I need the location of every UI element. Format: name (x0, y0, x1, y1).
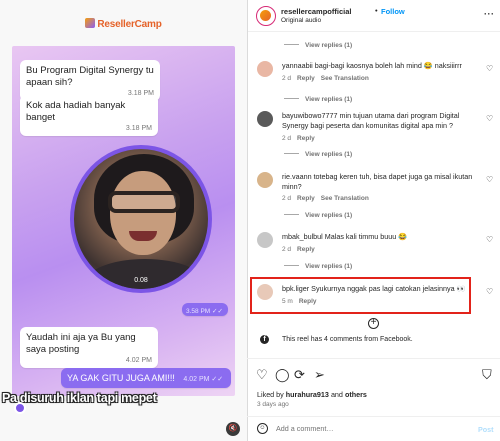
reply-button[interactable]: Reply (297, 75, 315, 82)
reply-button[interactable]: Reply (297, 195, 315, 202)
audio-link[interactable]: Original audio (281, 17, 321, 24)
glasses (108, 191, 180, 213)
highlight-box (250, 277, 471, 314)
heart-icon[interactable]: ♡ (486, 175, 493, 184)
see-translation-button[interactable]: See Translation (321, 195, 369, 202)
comment-meta: 2 d Reply See Translation (282, 195, 369, 202)
add-comment-bar: ☺ Post (247, 416, 500, 441)
comment-meta: 2 d Reply See Translation (282, 75, 369, 82)
brand-logo: ResellerCamp (0, 18, 247, 30)
view-replies-button[interactable]: View replies (1) (284, 263, 352, 270)
message-time: 3.18 PM (125, 125, 152, 132)
dot-separator: • (375, 6, 378, 15)
likes-others-link[interactable]: others (345, 390, 367, 399)
comment-meta: 2 d Reply (282, 135, 315, 142)
view-replies-button[interactable]: View replies (1) (284, 96, 352, 103)
reel-media[interactable]: ResellerCamp Bu Program Digital Synergy … (0, 0, 247, 441)
avatar[interactable] (257, 232, 273, 248)
comment-icon[interactable]: ◯ (275, 368, 290, 381)
more-options-icon[interactable]: ··· (484, 9, 495, 19)
avatar[interactable] (257, 61, 273, 77)
brand-logo-icon (85, 18, 96, 28)
comment-text: rie.vaann totebag keren tuh, bisa dapet … (282, 172, 473, 191)
message-time: 4.02 PM (125, 357, 152, 364)
video-caption: Pa disuruh iklan tapi mepet (2, 391, 157, 405)
repost-icon[interactable]: ⟳ (294, 368, 305, 381)
facebook-icon: f (260, 335, 269, 344)
view-replies-button[interactable]: View replies (1) (284, 42, 352, 49)
view-replies-button[interactable]: View replies (1) (284, 212, 352, 219)
chat-bubble-outgoing: YA GAK GITU JUGA AMI!!! 4.02 PM ✓✓ (61, 368, 231, 388)
action-bar: ♡ ◯ ⟳ ➢ ⛉ (247, 358, 500, 388)
heart-icon[interactable]: ♡ (486, 287, 493, 296)
liker-username[interactable]: hurahura913 (286, 390, 329, 399)
share-icon[interactable]: ➢ (314, 368, 325, 381)
chat-bubble-incoming: Yaudah ini aja ya Bu yang saya posting 4… (20, 327, 158, 368)
speaker-muted-icon[interactable]: 🔇 (226, 422, 240, 436)
post-button[interactable]: Post (478, 425, 494, 434)
comment-text: mbak_bulbul Malas kali timmu buuu 😂 (282, 232, 408, 241)
load-more-comments-icon[interactable]: + (368, 318, 379, 329)
see-translation-button[interactable]: See Translation (321, 75, 369, 82)
heart-icon[interactable]: ♡ (486, 114, 493, 123)
avatar[interactable] (257, 172, 273, 188)
reply-button[interactable]: Reply (297, 135, 315, 142)
video-message-circle: 0.08 (70, 145, 212, 293)
avatar[interactable] (257, 111, 273, 127)
post-header: resellercampofficial • Follow Original a… (248, 0, 500, 32)
follow-button[interactable]: Follow (381, 7, 405, 16)
comment-input[interactable] (276, 421, 466, 436)
video-duration: 0.08 (134, 277, 148, 284)
comment-text: yannaabii bagi-bagi kaosnya boleh lah mi… (282, 61, 462, 70)
comment-text: bayuwibowo7777 min tujuan utama dari pro… (282, 111, 460, 130)
comment-meta: 2 d Reply (282, 246, 315, 253)
message-time: 4.02 PM ✓✓ (183, 376, 224, 383)
facebook-comments-note: f This reel has 4 comments from Facebook… (256, 334, 496, 350)
view-replies-button[interactable]: View replies (1) (284, 151, 352, 158)
heart-icon[interactable]: ♡ (486, 64, 493, 73)
bookmark-icon[interactable]: ⛉ (482, 368, 492, 381)
heart-icon[interactable]: ♡ (486, 235, 493, 244)
chat-bubble-incoming: Kok ada hadiah banyak banget 3.18 PM (20, 95, 158, 136)
owner-username[interactable]: resellercampofficial (281, 7, 351, 16)
likes-summary: Liked by hurahura913 and others (257, 390, 367, 399)
post-date: 3 days ago (257, 401, 289, 408)
avatar[interactable] (256, 6, 276, 26)
emoji-icon[interactable]: ☺ (257, 423, 268, 434)
heart-icon[interactable]: ♡ (256, 368, 268, 381)
video-sent-time: 3.58 PM ✓✓ (182, 303, 228, 316)
caption-avatar (14, 402, 26, 414)
reply-button[interactable]: Reply (297, 246, 315, 253)
